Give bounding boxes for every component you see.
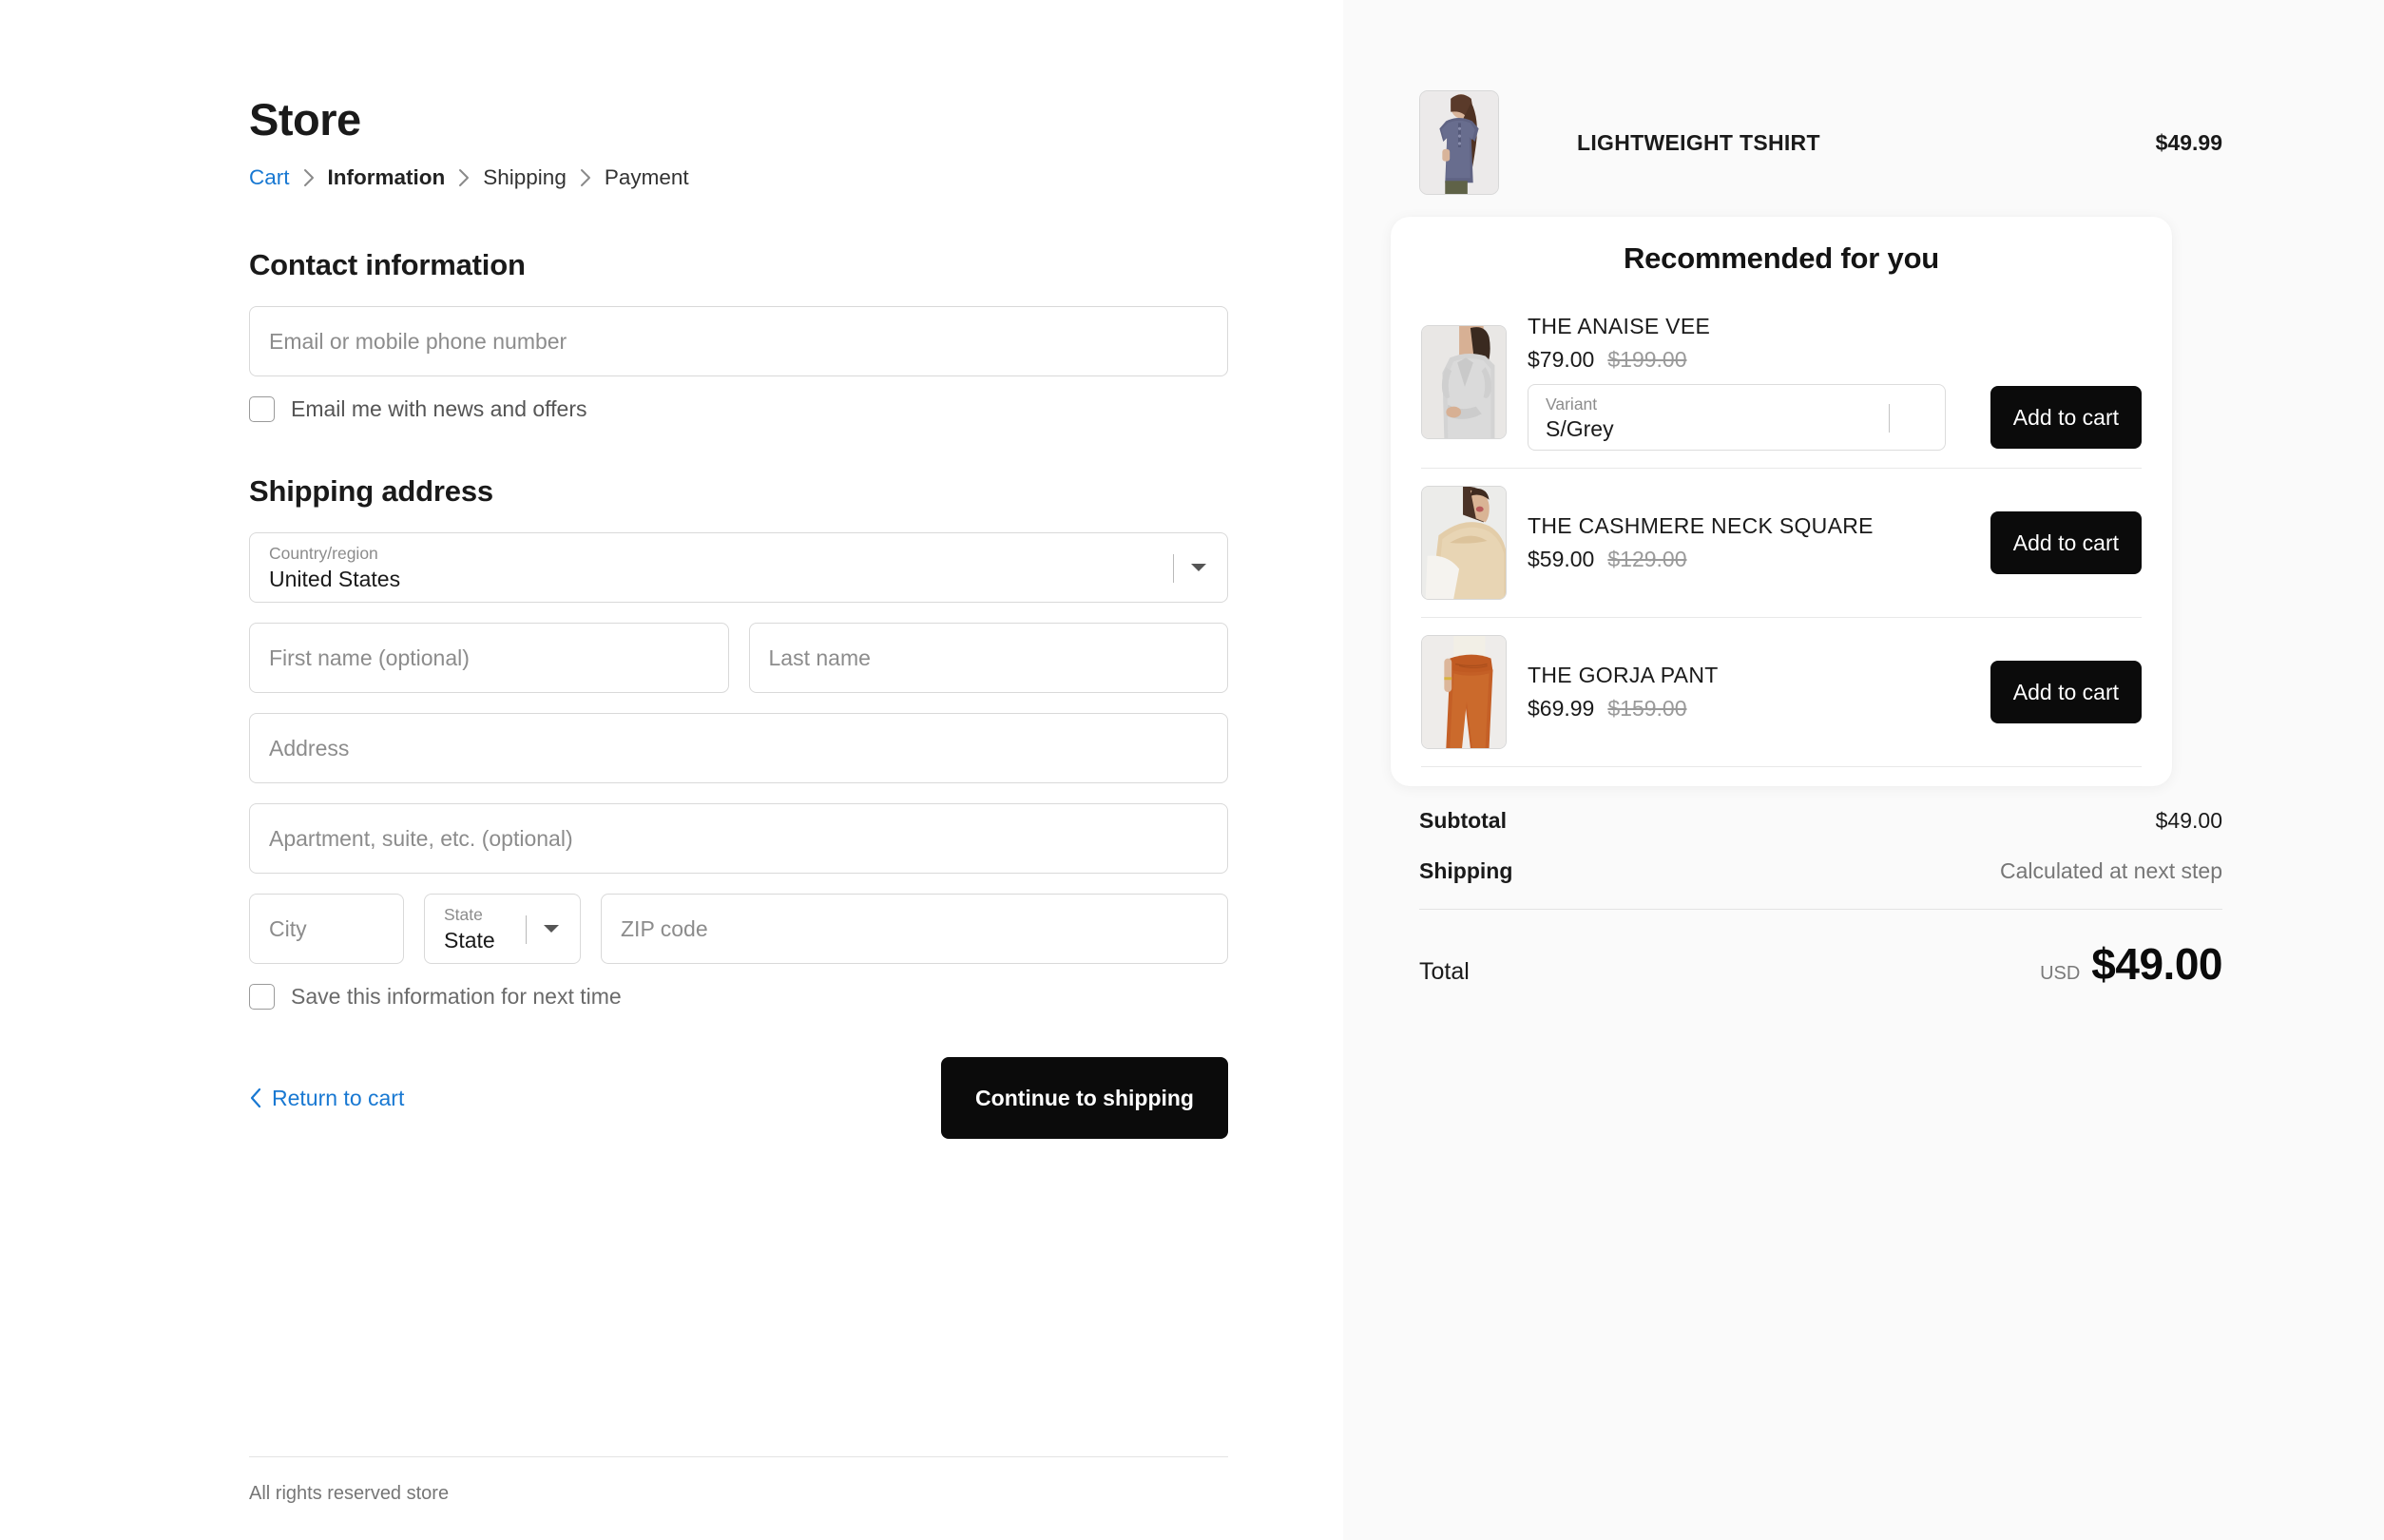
footer-text: All rights reserved store [249,1483,450,1504]
shipping-address-heading: Shipping address [249,474,493,509]
return-to-cart-label: Return to cart [272,1085,405,1110]
save-info-label: Save this information for next time [291,984,622,1010]
subtotal-value: $49.00 [2155,808,2222,833]
recommendation-row: THE GORJA PANT $69.99 $159.00 Add to car… [1421,618,2142,767]
country-select-value: United States [269,567,401,592]
variant-select-value: S/Grey [1546,416,1614,441]
footer-divider [249,1456,1228,1457]
first-name-field[interactable]: First name (optional) [249,623,729,694]
recommendation-compare-price: $159.00 [1607,696,1687,721]
recommendation-details: THE GORJA PANT $69.99 $159.00 [1528,663,1968,722]
recommendation-price: $69.99 [1528,696,1595,721]
country-select-label: Country/region [269,544,378,564]
variant-select[interactable]: Variant S/Grey [1528,384,1946,451]
recommended-card: Recommended for you THE ANAISE VEE $79.0… [1391,217,2172,786]
chevron-right-icon [302,168,316,187]
total-amount-group: USD $49.00 [2040,938,2222,990]
recommendation-compare-price: $199.00 [1607,347,1687,372]
subtotal-row: Subtotal $49.00 [1419,808,2222,834]
recommendation-details: THE CASHMERE NECK SQUARE $59.00 $129.00 [1528,513,1968,572]
name-row: First name (optional) Last name [249,623,1228,694]
save-info-checkbox[interactable] [249,984,275,1011]
email-offers-checkbox[interactable] [249,396,275,423]
last-name-field[interactable]: Last name [748,623,1228,694]
breadcrumb-shipping[interactable]: Shipping [483,166,567,189]
recommendation-name: THE GORJA PANT [1528,663,1719,687]
city-state-zip-row: City State State ZIP code [249,894,1228,965]
total-value: $49.00 [2091,939,2222,989]
total-currency: USD [2040,963,2081,984]
recommendation-price: $79.00 [1528,347,1595,372]
shipping-row: Shipping Calculated at next step [1419,858,2222,884]
recommendation-price: $59.00 [1528,547,1595,571]
city-placeholder: City [269,915,307,941]
subtotal-label: Subtotal [1419,808,1507,833]
city-field[interactable]: City [249,894,404,965]
recommendation-row: THE CASHMERE NECK SQUARE $59.00 $129.00 … [1421,469,2142,618]
state-select[interactable]: State State [424,894,581,965]
first-name-placeholder: First name (optional) [269,645,470,670]
email-offers-label: Email me with news and offers [291,396,587,422]
add-to-cart-button[interactable]: Add to cart [1990,386,2142,449]
address-placeholder: Address [269,735,350,760]
select-separator [1173,554,1174,584]
checkout-page: Store Cart Information Shipping Payment … [0,0,2384,1540]
select-separator [1889,404,1890,433]
cart-line-item-price: $49.99 [2155,129,2222,155]
breadcrumb: Cart Information Shipping Payment [249,166,1228,189]
breadcrumb-information[interactable]: Information [328,166,446,189]
page-title: Store [249,94,361,144]
product-thumbnail [1419,90,1499,195]
apartment-placeholder: Apartment, suite, etc. (optional) [269,825,573,851]
select-separator [526,915,527,945]
product-thumbnail[interactable] [1421,635,1507,749]
cart-line-item: LIGHTWEIGHT TSHIRT $49.99 [1419,0,2222,195]
recommendation-row: THE ANAISE VEE $79.00 $199.00 Variant S/… [1421,297,2142,469]
return-to-cart-link[interactable]: Return to cart [249,1086,404,1111]
continue-to-shipping-button[interactable]: Continue to shipping [941,1057,1228,1140]
country-select[interactable]: Country/region United States [249,532,1228,604]
order-summary-column: LIGHTWEIGHT TSHIRT $49.99 Recommended fo… [1343,0,2384,1540]
cart-line-item-name: LIGHTWEIGHT TSHIRT [1577,129,1820,155]
last-name-placeholder: Last name [768,645,871,670]
add-to-cart-button[interactable]: Add to cart [1990,661,2142,723]
recommendation-prices: $79.00 $199.00 [1528,347,1968,373]
recommendation-name: THE CASHMERE NECK SQUARE [1528,513,1874,538]
apartment-field[interactable]: Apartment, suite, etc. (optional) [249,803,1228,875]
address-field[interactable]: Address [249,713,1228,784]
product-thumbnail[interactable] [1421,325,1507,439]
total-label: Total [1419,958,1470,985]
totals-divider [1419,909,2222,910]
chevron-down-icon [1189,558,1208,577]
contact-information-heading: Contact information [249,248,526,282]
shipping-label: Shipping [1419,858,1513,883]
product-thumbnail[interactable] [1421,486,1507,600]
zip-placeholder: ZIP code [621,915,708,941]
email-field[interactable]: Email or mobile phone number [249,306,1228,377]
chevron-left-icon [249,1088,262,1108]
variant-select-label: Variant [1546,395,1598,414]
recommendation-name: THE ANAISE VEE [1528,314,1711,338]
email-field-placeholder: Email or mobile phone number [269,328,567,354]
form-actions: Return to cart Continue to shipping [249,1057,1228,1140]
save-info-checkbox-row[interactable]: Save this information for next time [249,984,1228,1011]
zip-field[interactable]: ZIP code [601,894,1228,965]
recommendation-prices: $59.00 $129.00 [1528,547,1968,572]
chevron-right-icon [457,168,471,187]
order-totals: Subtotal $49.00 Shipping Calculated at n… [1419,808,2222,990]
add-to-cart-button[interactable]: Add to cart [1990,511,2142,574]
breadcrumb-cart[interactable]: Cart [249,166,290,189]
shipping-value: Calculated at next step [2000,858,2222,883]
breadcrumb-payment[interactable]: Payment [605,166,689,189]
checkout-form-column: Store Cart Information Shipping Payment … [0,0,1343,1540]
recommendation-compare-price: $129.00 [1607,547,1687,571]
chevron-down-icon [542,919,561,938]
grand-total-row: Total USD $49.00 [1419,938,2222,990]
recommended-title: Recommended for you [1623,241,1940,275]
chevron-right-icon [579,168,592,187]
email-offers-checkbox-row[interactable]: Email me with news and offers [249,396,1228,423]
recommendation-details: THE ANAISE VEE $79.00 $199.00 Variant S/… [1528,314,1968,451]
recommendation-prices: $69.99 $159.00 [1528,696,1968,722]
